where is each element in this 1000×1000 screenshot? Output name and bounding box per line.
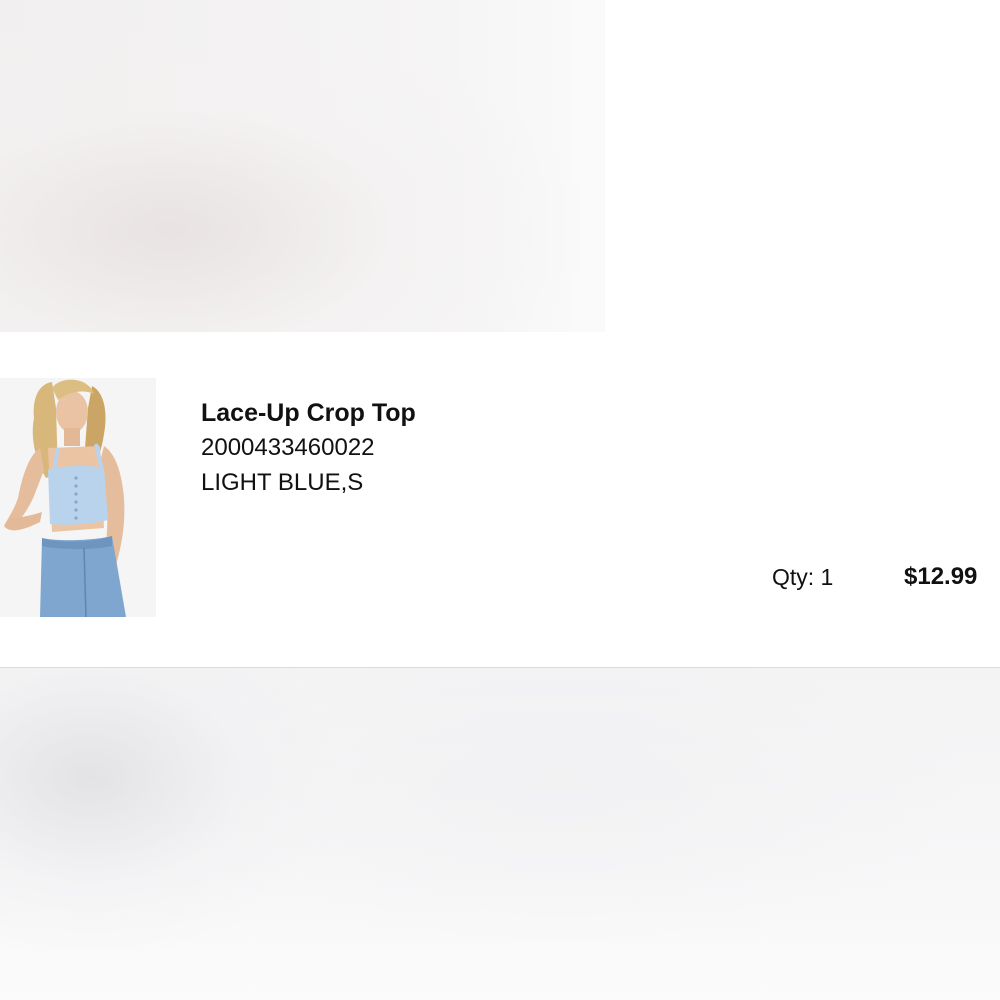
item-price: $12.99 xyxy=(904,563,978,590)
item-details: Lace-Up Crop Top 2000433460022 LIGHT BLU… xyxy=(201,396,416,500)
product-name[interactable]: Lace-Up Crop Top xyxy=(201,396,416,430)
product-sku: 2000433460022 xyxy=(201,434,375,461)
product-photo-icon xyxy=(0,378,156,617)
order-item-card: Lace-Up Crop Top 2000433460022 LIGHT BLU… xyxy=(0,332,1000,668)
product-variant: LIGHT BLUE,S xyxy=(201,469,364,496)
product-image[interactable] xyxy=(0,378,156,617)
quantity-label: Qty: 1 xyxy=(772,564,834,590)
blurred-background-top xyxy=(0,0,1000,332)
blurred-background-bottom xyxy=(0,668,1000,1000)
order-item-screenshot: Lace-Up Crop Top 2000433460022 LIGHT BLU… xyxy=(0,0,1000,1000)
